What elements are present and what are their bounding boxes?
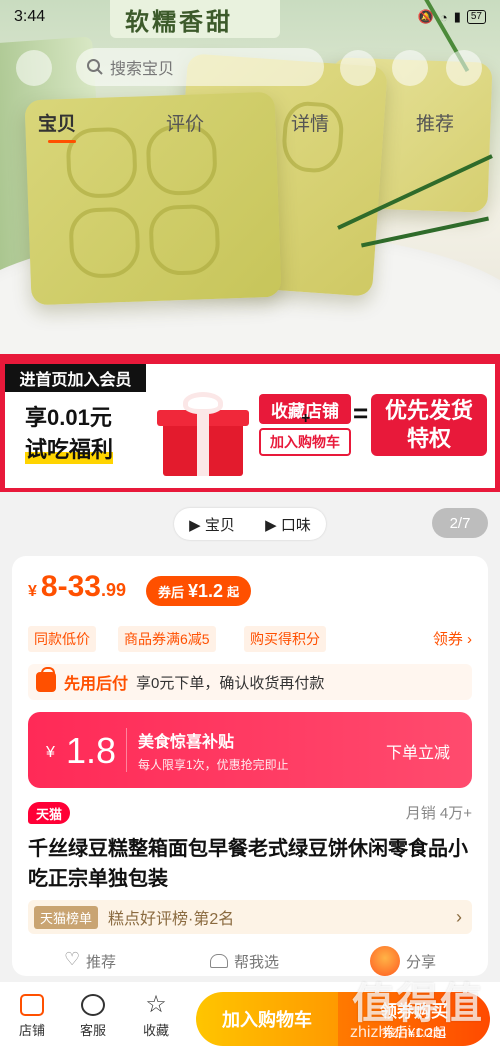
shopping-bag-icon [36,667,56,692]
promo-line1: 享0.01元 [25,405,112,430]
active-tab-indicator [48,140,76,143]
cart-shortcut-button[interactable] [340,50,376,86]
pay-later-title: 先用后付 [64,676,129,693]
ranking-badge: 天猫榜单 [34,905,99,929]
subsidy-amount: 1.8 [66,730,117,771]
gallery-selector: ▶ 宝贝 ▶ 口味 [174,508,326,540]
coupon-price-label: 券后 [158,584,185,600]
gift-box-icon [155,392,251,476]
price-main: 8-33 [40,570,101,603]
subsidy-currency: ¥ [46,744,55,761]
monthly-sales: 月销 4万+ [405,805,472,822]
store-label: 店铺 [18,1023,45,1038]
tab-reviews[interactable]: 评价 [166,109,204,136]
share-label: 分享 [406,953,437,971]
coupon-price-badge: 券后 ¥1.2 起 [146,576,252,606]
people-icon [210,954,228,968]
recommend-button[interactable]: 推荐 [64,949,117,972]
favorite-button[interactable]: ☆ 收藏 [134,991,178,1039]
selector-flavor[interactable]: ▶ 口味 [265,514,311,535]
promo-join-label: 进首页加入会员 [5,364,146,392]
tag-points: 购买得积分 [244,626,326,652]
customer-service-button[interactable]: 客服 [71,994,115,1039]
coupon-price-value: ¥1.2 [188,580,224,601]
promo-line2: 试吃福利 [25,432,114,464]
ranking-text: 糕点好评榜·第2名 [108,911,235,928]
battery-icon: 57 [466,10,486,24]
tag-coupon: 商品券满6减5 [118,626,216,652]
subsidy-cta[interactable]: 下单立减 [386,739,450,763]
help-choose-button[interactable]: 帮我选 [210,951,279,972]
more-button[interactable] [446,50,482,86]
subsidy-desc: 每人限享1次，优惠抢完即止 [138,758,289,772]
help-choose-label: 帮我选 [234,953,280,971]
chevron-right-icon: › [456,906,462,927]
store-button[interactable]: 店铺 [10,994,54,1039]
tab-item[interactable]: 宝贝 [38,109,76,136]
mute-icon: 🔕 [417,9,434,24]
watermark-url: zhizhizhi.com [350,1024,447,1041]
member-promo-banner[interactable]: 进首页加入会员 享0.01元 试吃福利 收藏店铺 + 加入购物车 = 优先发货 … [0,354,500,492]
promo-privilege: 优先发货 特权 [371,394,487,456]
gallery-counter: 2/7 [432,508,488,538]
search-input[interactable]: 搜索宝贝 [76,48,324,86]
status-icons: 🔕 ◔ ▮ 57 [418,9,486,25]
detail-tabs: 宝贝 评价 详情 推荐 [0,102,500,142]
heart-icon [64,949,80,970]
get-coupon-link[interactable]: 领券 › [433,628,472,649]
promo-equals: = [353,398,369,428]
status-time: 3:44 [14,8,46,25]
share-shortcut-button[interactable] [392,50,428,86]
promo-inner: 进首页加入会员 享0.01元 试吃福利 收藏店铺 + 加入购物车 = 优先发货 … [5,364,495,488]
search-icon [87,59,103,75]
promo-privilege-line2: 特权 [406,426,451,451]
price-currency: ¥ [28,583,37,600]
selector-item[interactable]: ▶ 宝贝 [189,514,235,535]
price-decimal: .99 [100,580,126,600]
wifi-icon: ◔ [439,9,448,25]
add-to-cart-button[interactable]: 加入购物车 [196,992,338,1046]
subsidy-title: 美食惊喜补贴 [138,734,235,751]
status-bar: 3:44 🔕 ◔ ▮ 57 [0,0,500,34]
chat-face-icon [81,994,105,1016]
service-label: 客服 [79,1023,106,1038]
promo-plus: + [301,410,311,427]
back-button[interactable] [16,50,52,86]
product-title: 千丝绿豆糕整箱面包早餐老式绿豆饼休闲零食品小吃正宗单独包装 [28,838,468,890]
favorite-label: 收藏 [142,1023,169,1038]
pay-later-desc: 享0元下单，确认收货再付款 [136,674,325,692]
recommend-label: 推荐 [86,953,117,971]
food-subsidy-banner[interactable]: ¥ 1.8 美食惊喜补贴 每人限享1次，优惠抢完即止 下单立减 [28,712,472,788]
product-info-card: ¥ 8-33 .99 券后 ¥1.2 起 同款低价 商品券满6减5 购买得积分 … [12,556,488,976]
rosemary-image [361,216,489,248]
subsidy-divider [126,728,127,772]
tmall-badge: 天猫 [28,802,71,824]
tab-details[interactable]: 详情 [291,109,329,136]
search-placeholder: 搜索宝贝 [110,61,175,78]
ranking-bar[interactable]: 天猫榜单 糕点好评榜·第2名 › [28,900,472,934]
store-icon [20,994,44,1016]
pay-later-bar[interactable]: 先用后付 享0元下单，确认收货再付款 [28,664,472,700]
watermark-logo: 值得值 [352,980,485,1027]
promo-privilege-line1: 优先发货 [384,398,473,423]
promo-add-cart: 加入购物车 [259,428,351,456]
star-icon: ☆ [145,991,167,1018]
tag-low-price: 同款低价 [28,626,96,652]
coupon-price-suffix: 起 [227,584,240,599]
tab-recommend[interactable]: 推荐 [416,109,454,136]
price: ¥ 8-33 .99 [28,570,126,604]
sim-icon: ▮ [453,9,461,24]
